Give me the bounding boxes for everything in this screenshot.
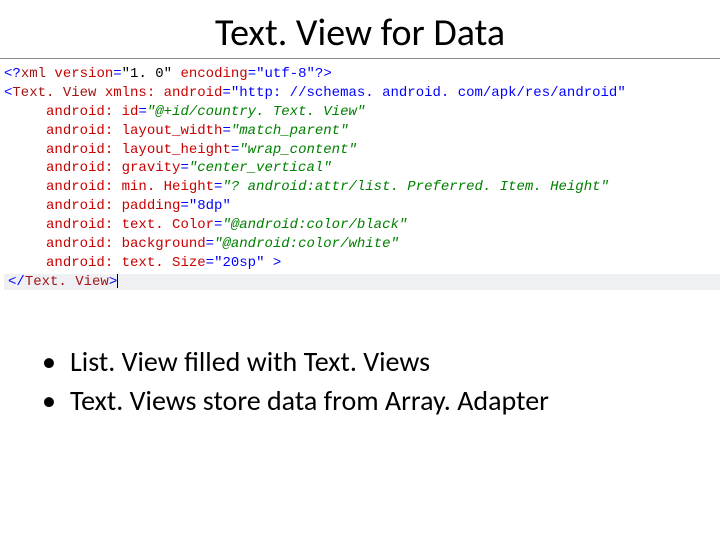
tv-end-gt: >	[264, 255, 281, 271]
eq12: =	[206, 255, 214, 271]
text-cursor	[117, 274, 118, 288]
attr9-name: android: text. Size	[46, 255, 206, 271]
eq2: =	[248, 66, 256, 82]
bullet-item: List. View filled with Text. Views	[42, 344, 688, 379]
eq3: =	[222, 85, 230, 101]
tv-close-open: </	[8, 274, 25, 290]
attr2-val: "match_parent"	[231, 123, 349, 139]
eq5: =	[222, 123, 230, 139]
xml-encoding-val: "utf-8"	[256, 66, 315, 82]
attr4-name: android: gravity	[46, 160, 180, 176]
eq6: =	[231, 142, 239, 158]
tv-close-gt: >	[109, 274, 117, 290]
attr0-val: "http: //schemas. android. com/apk/res/a…	[231, 85, 626, 101]
slide: Text. View for Data <?xml version="1. 0"…	[0, 0, 720, 540]
attr5-name: android: min. Height	[46, 179, 214, 195]
eq9: =	[180, 198, 188, 214]
attr2-name: android: layout_width	[46, 123, 222, 139]
attr8-name: android: background	[46, 236, 206, 252]
eq4: =	[138, 104, 146, 120]
attr8-val: "@android:color/white"	[214, 236, 399, 252]
xml-open: <?	[4, 66, 21, 82]
close-line: </Text. View>	[4, 274, 720, 290]
attr6-val: "8dp"	[189, 198, 231, 214]
xml-version-val: "1. 0"	[122, 66, 172, 82]
eq7: =	[180, 160, 188, 176]
tv-tag: Text. View	[12, 85, 96, 101]
attr3-val: "wrap_content"	[239, 142, 357, 158]
xml-tag: xml	[21, 66, 46, 82]
eq: =	[113, 66, 121, 82]
attr9-val: "20sp"	[214, 255, 264, 271]
slide-title: Text. View for Data	[0, 0, 720, 58]
attr0-name: xmlns: android	[96, 85, 222, 101]
attr7-name: android: text. Color	[46, 217, 214, 233]
attr5-val: "? android:attr/list. Preferred. Item. H…	[222, 179, 608, 195]
attr3-name: android: layout_height	[46, 142, 231, 158]
code-block: <?xml version="1. 0" encoding="utf-8"?> …	[0, 59, 720, 298]
tv-close-tag: Text. View	[25, 274, 109, 290]
xml-attr-version: version	[46, 66, 113, 82]
xml-close: ?>	[315, 66, 332, 82]
attr1-val: "@+id/country. Text. View"	[147, 104, 365, 120]
xml-attr-encoding: encoding	[172, 66, 248, 82]
bullet-item: Text. Views store data from Array. Adapt…	[42, 383, 688, 418]
attr1-name: android: id	[46, 104, 138, 120]
attr7-val: "@android:color/black"	[222, 217, 407, 233]
attr6-name: android: padding	[46, 198, 180, 214]
bullet-list: List. View filled with Text. Views Text.…	[0, 326, 720, 418]
eq11: =	[206, 236, 214, 252]
attr4-val: "center_vertical"	[189, 160, 332, 176]
